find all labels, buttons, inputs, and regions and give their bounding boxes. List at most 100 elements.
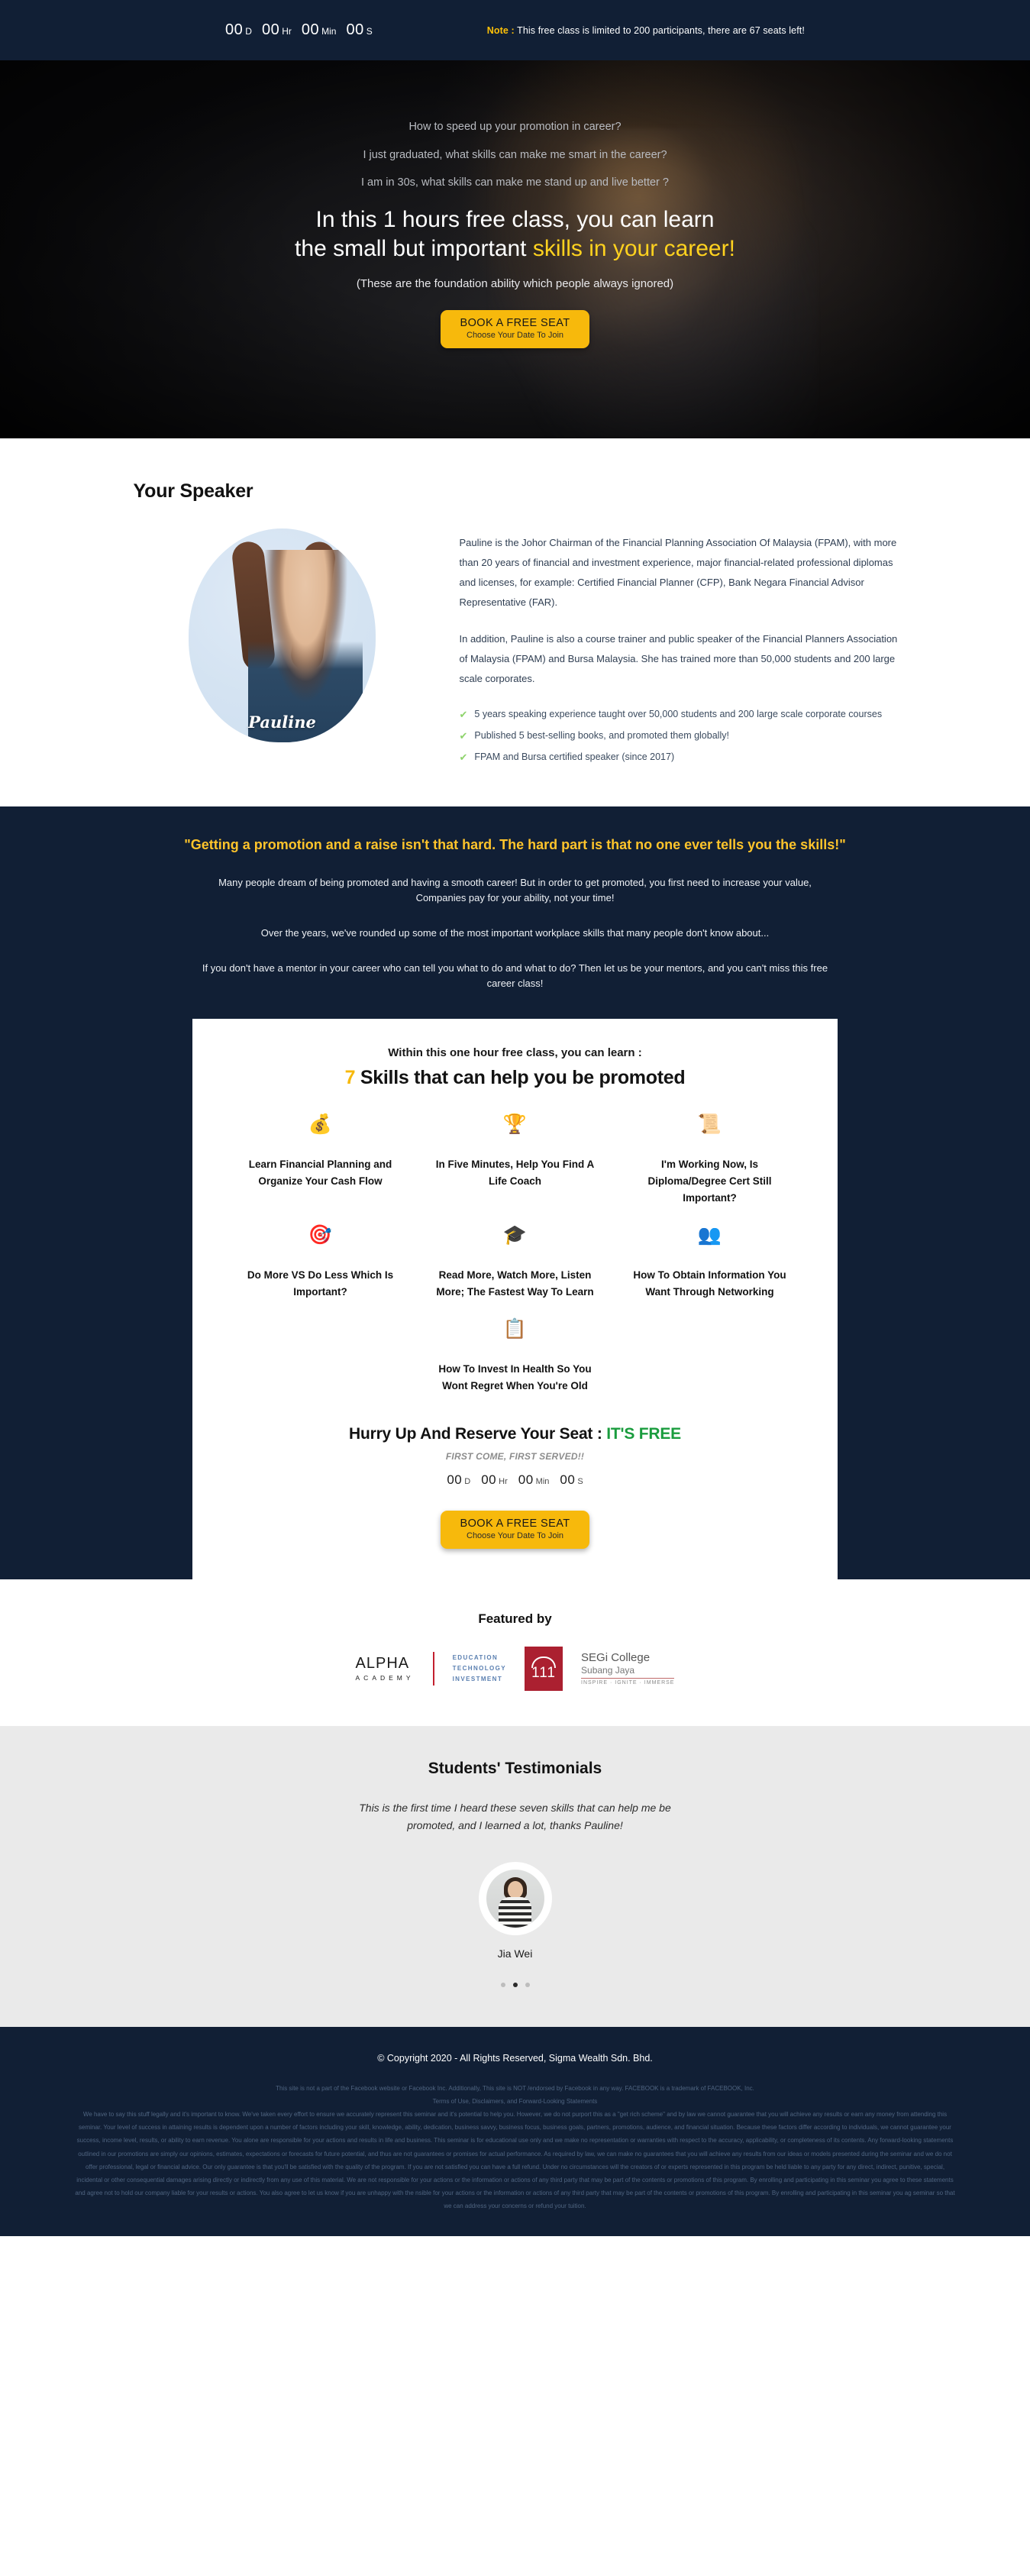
skill-item: 💰 Learn Financial Planning and Organize Y… bbox=[223, 1115, 418, 1206]
networking-people-icon: 👥 bbox=[697, 1224, 722, 1246]
segi-college-mark-icon: 111 bbox=[525, 1646, 563, 1691]
hero-headline-line-1: In this 1 hours free class, you can lear… bbox=[315, 206, 715, 232]
legal-disclaimer: This site is not a part of the Facebook … bbox=[73, 2082, 958, 2213]
skill-label: I'm Working Now, Is Diploma/Degree Cert … bbox=[647, 1159, 772, 1204]
countdown-value: 00 bbox=[518, 1472, 534, 1487]
card-title-rest: Skills that can help you be promoted bbox=[355, 1067, 686, 1089]
speaker-signature: Pauline bbox=[248, 713, 316, 732]
countdown-unit: 00 S bbox=[346, 21, 372, 39]
hero-cta-container: BOOK A FREE SEAT Choose Your Date To Joi… bbox=[0, 310, 1030, 349]
speaker-bio-paragraph-2: In addition, Pauline is also a course tr… bbox=[459, 633, 898, 684]
testimonials-section: Students' Testimonials This is the first… bbox=[0, 1725, 1030, 2027]
health-clipboard-icon: 📋 bbox=[502, 1318, 528, 1340]
testimonial-author-name: Jia Wei bbox=[497, 1947, 533, 1960]
segi-pillars: 111 bbox=[531, 1664, 556, 1681]
logo-divider bbox=[432, 1651, 434, 1686]
alpha-tag-investment: INVESTMENT bbox=[452, 1675, 503, 1682]
hero-question-2: I just graduated, what skills can make m… bbox=[363, 148, 667, 161]
check-icon: ✔ bbox=[459, 709, 468, 720]
alpha-academy-name: ALPHA bbox=[355, 1655, 410, 1673]
card-title-number: 7 bbox=[344, 1067, 356, 1089]
hero-content: How to speed up your promotion in career… bbox=[0, 60, 1030, 349]
countdown-unit-label: D bbox=[245, 26, 252, 37]
copyright-text: © Copyright 2020 - All Rights Reserved, … bbox=[377, 2052, 653, 2064]
carousel-dot[interactable] bbox=[512, 1982, 518, 1987]
countdown-unit: 00 Min bbox=[518, 1472, 550, 1488]
check-icon: ✔ bbox=[459, 730, 468, 742]
cta-main-label: BOOK A FREE SEAT bbox=[460, 317, 570, 330]
legal-paragraph-3: We have to say this stuff legally and it… bbox=[75, 2111, 955, 2210]
cta-main-label: BOOK A FREE SEAT bbox=[460, 1517, 570, 1530]
countdown-unit-label: Hr bbox=[282, 26, 292, 37]
skill-item: 🎓 Read More, Watch More, Listen More; The… bbox=[418, 1226, 612, 1300]
alpha-academy-tags: EDUCATION TECHNOLOGY INVESTMENT bbox=[453, 1653, 506, 1685]
speaker-credentials-list: ✔ 5 years speaking experience taught ove… bbox=[460, 706, 909, 767]
skill-item: 🏆 In Five Minutes, Help You Find A Life C… bbox=[418, 1115, 612, 1206]
skill-label: How To Invest In Health So You Wont Regr… bbox=[438, 1363, 592, 1391]
list-item: ✔ 5 years speaking experience taught ove… bbox=[460, 706, 909, 724]
credential-text: FPAM and Bursa certified speaker (since … bbox=[474, 751, 675, 763]
countdown-unit-label: Min bbox=[321, 26, 337, 37]
promo-section: "Getting a promotion and a raise isn't t… bbox=[0, 806, 1030, 1579]
countdown-value: 00 bbox=[301, 21, 320, 38]
list-item: ✔ FPAM and Bursa certified speaker (sinc… bbox=[460, 748, 909, 767]
skill-item: 📜 I'm Working Now, Is Diploma/Degree Cert… bbox=[612, 1115, 807, 1206]
countdown-unit: 00 S bbox=[560, 1472, 583, 1488]
avatar bbox=[478, 1861, 552, 1935]
featured-by-section: Featured by ALPHA ACADEMY EDUCATION TECH… bbox=[0, 1579, 1030, 1726]
book-a-free-seat-button[interactable]: BOOK A FREE SEAT Choose Your Date To Joi… bbox=[440, 310, 590, 349]
segi-college-name: SEGi College bbox=[581, 1651, 651, 1665]
career-ladder-icon: 🏆 bbox=[502, 1113, 528, 1136]
countdown-value: 00 bbox=[225, 21, 244, 38]
list-item: ✔ Published 5 best-selling books, and pr… bbox=[460, 727, 909, 745]
hurry-free-badge: IT'S FREE bbox=[606, 1424, 681, 1443]
certificate-icon: 📜 bbox=[697, 1113, 722, 1136]
countdown-unit-label: Hr bbox=[499, 1476, 508, 1486]
hurry-text: Hurry Up And Reserve Your Seat : bbox=[349, 1424, 607, 1443]
testimonial-quote: This is the first time I heard these sev… bbox=[359, 1801, 671, 1831]
card-title: 7 Skills that can help you be promoted bbox=[223, 1067, 807, 1089]
book-a-free-seat-button-card[interactable]: BOOK A FREE SEAT Choose Your Date To Joi… bbox=[440, 1510, 590, 1549]
countdown-value: 00 bbox=[261, 21, 280, 38]
segi-college-city: Subang Jaya bbox=[581, 1665, 635, 1676]
hero-headline-highlight: skills in your career! bbox=[532, 235, 735, 261]
promo-paragraph-3: If you don't have a mentor in your caree… bbox=[202, 962, 828, 990]
countdown-unit: 00 Min bbox=[302, 21, 337, 39]
countdown-value: 00 bbox=[346, 21, 364, 38]
speaker-portrait: Pauline bbox=[189, 528, 376, 742]
promo-paragraph-2: Over the years, we've rounded up some of… bbox=[260, 926, 770, 939]
first-come-first-served-note: FIRST COME, FIRST SERVED!! bbox=[445, 1450, 585, 1462]
hurry-heading: Hurry Up And Reserve Your Seat : IT'S FR… bbox=[223, 1425, 807, 1443]
countdown-unit-label: D bbox=[464, 1476, 471, 1486]
carousel-dot[interactable] bbox=[500, 1982, 505, 1987]
hero-headline: In this 1 hours free class, you can lear… bbox=[0, 205, 1030, 264]
skill-label: Learn Financial Planning and Organize Yo… bbox=[248, 1159, 392, 1187]
target-gear-icon: 🎯 bbox=[308, 1224, 333, 1246]
segi-college-logo-text: SEGi College Subang Jaya INSPIRE · IGNIT… bbox=[581, 1651, 675, 1686]
segi-rule bbox=[581, 1678, 675, 1679]
skill-item: 👥 How To Obtain Information You Want Thro… bbox=[612, 1226, 807, 1300]
countdown-unit-label: S bbox=[577, 1476, 583, 1486]
footer: © Copyright 2020 - All Rights Reserved, … bbox=[0, 2026, 1030, 2236]
skill-label: How To Obtain Information You Want Throu… bbox=[633, 1269, 786, 1298]
carousel-dots[interactable] bbox=[0, 1982, 1030, 1987]
countdown-unit-label: Min bbox=[535, 1476, 550, 1486]
alpha-academy-logo: ALPHA ACADEMY bbox=[356, 1655, 415, 1682]
carousel-dot[interactable] bbox=[525, 1982, 530, 1987]
speaker-photo-column: Pauline bbox=[122, 528, 428, 742]
graduation-books-icon: 🎓 bbox=[502, 1224, 528, 1246]
card-countdown: 00 D 00 Hr 00 Min 00 S bbox=[223, 1472, 807, 1488]
hero-question-1: How to speed up your promotion in career… bbox=[408, 121, 622, 133]
promo-quote: "Getting a promotion and a raise isn't t… bbox=[184, 837, 846, 853]
skill-label: Read More, Watch More, Listen More; The … bbox=[436, 1269, 594, 1298]
partner-logos: ALPHA ACADEMY EDUCATION TECHNOLOGY INVES… bbox=[0, 1646, 1030, 1691]
speaker-bio-column: Pauline is the Johor Chairman of the Fin… bbox=[460, 528, 909, 770]
speaker-wrapper: Your Speaker Pauline Pauline is the Joho… bbox=[122, 480, 909, 770]
skills-grid: 💰 Learn Financial Planning and Organize Y… bbox=[223, 1115, 807, 1394]
countdown-value: 00 bbox=[560, 1472, 576, 1487]
featured-by-title: Featured by bbox=[478, 1611, 552, 1626]
segi-college-tagline: INSPIRE · IGNITE · IMMERSE bbox=[581, 1680, 675, 1686]
card-kicker: Within this one hour free class, you can… bbox=[388, 1046, 642, 1060]
promo-paragraph-1: Many people dream of being promoted and … bbox=[218, 876, 812, 903]
hero-headline-line-2: the small but important skills in your c… bbox=[0, 234, 1030, 263]
